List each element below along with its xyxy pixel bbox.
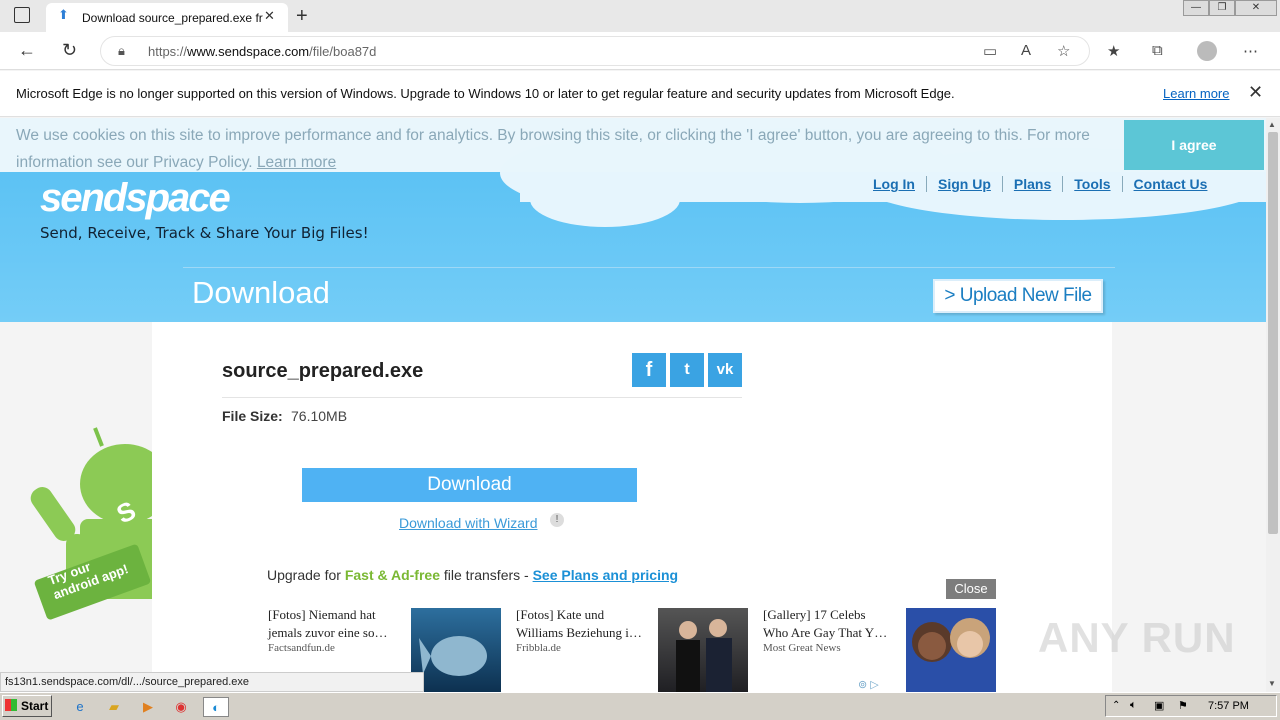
nav-contact-link[interactable]: Contact Us — [1121, 176, 1219, 192]
sendspace-favicon-icon: ⬆ — [58, 7, 69, 22]
minimize-button[interactable]: — — [1183, 0, 1209, 16]
tab-actions-icon[interactable] — [14, 7, 30, 23]
upgrade-middle: file transfers - — [440, 567, 533, 583]
ad-item[interactable]: [Fotos] Niemand hat jemals zuvor eine so… — [268, 606, 398, 654]
site-tagline: Send, Receive, Track & Share Your Big Fi… — [40, 224, 369, 242]
scroll-down-arrow-icon[interactable]: ▼ — [1268, 679, 1276, 688]
scroll-up-arrow-icon[interactable]: ▲ — [1268, 120, 1276, 129]
network-icon[interactable]: ▣ — [1154, 699, 1164, 712]
nav-signup-link[interactable]: Sign Up — [926, 176, 1002, 192]
restore-button[interactable]: ❐ — [1209, 0, 1235, 16]
ad-title: [Fotos] Kate und Williams Beziehung i… — [516, 607, 642, 640]
ad-title: [Gallery] 17 Celebs Who Are Gay That Y… — [763, 607, 888, 640]
volume-icon[interactable]: 🔈︎ — [1130, 699, 1137, 712]
ad-item[interactable]: [Fotos] Kate und Williams Beziehung i… F… — [516, 606, 646, 654]
android-app-promo[interactable]: S — [30, 424, 152, 624]
sunfish-image — [419, 636, 487, 676]
title-divider — [183, 267, 1115, 268]
upgrade-prefix: Upgrade for — [267, 567, 345, 583]
windows-logo-icon — [5, 699, 17, 711]
ie-icon[interactable]: e — [70, 697, 90, 717]
new-tab-button[interactable]: + — [296, 5, 308, 28]
close-ad-button[interactable]: Close — [946, 579, 996, 599]
ad-source: Factsandfun.de — [268, 642, 335, 654]
top-nav: Log In Sign Up Plans Tools Contact Us — [873, 176, 1218, 192]
tab-close-icon[interactable]: ✕ — [264, 8, 275, 24]
cookie-message: We use cookies on this site to improve p… — [16, 127, 1090, 171]
back-arrow-icon[interactable]: ← — [18, 40, 36, 61]
refresh-icon[interactable]: ↻ — [62, 40, 77, 61]
url-path: /file/boa87d — [309, 44, 377, 59]
i-agree-button[interactable]: I agree — [1124, 120, 1264, 170]
file-size-label: File Size: — [222, 408, 283, 424]
notice-close-icon[interactable]: ✕ — [1248, 82, 1263, 103]
plans-pricing-link[interactable]: See Plans and pricing — [533, 567, 679, 583]
upgrade-promo: Upgrade for Fast & Ad-free file transfer… — [267, 567, 678, 583]
download-button[interactable]: Download — [302, 468, 637, 502]
sendspace-logo[interactable]: sendspace — [40, 176, 231, 221]
ad-image[interactable] — [411, 608, 501, 692]
ad-image[interactable] — [658, 608, 748, 692]
cookie-text: We use cookies on this site to improve p… — [16, 122, 1116, 176]
url-host: www.sendspace.com — [187, 44, 310, 59]
cookie-learn-more-link[interactable]: Learn more — [257, 154, 336, 171]
page-title: Download — [192, 275, 330, 310]
collections-icon[interactable]: ⧉ — [1152, 42, 1163, 59]
upload-new-file-button[interactable]: > Upload New File — [933, 279, 1103, 313]
folder-icon[interactable]: ▰ — [104, 697, 124, 717]
chrome-icon[interactable]: ◉ — [171, 697, 191, 717]
help-icon[interactable]: ! — [550, 513, 564, 527]
add-favorite-icon[interactable]: ☆ — [1057, 42, 1070, 60]
nav-login-link[interactable]: Log In — [873, 176, 926, 192]
facebook-share-icon[interactable]: f — [632, 353, 666, 387]
file-divider — [222, 397, 742, 398]
url-prefix: https:// — [148, 44, 188, 59]
tab-title: Download source_prepared.exe fr — [82, 10, 263, 25]
read-aloud-icon[interactable]: A — [1021, 42, 1031, 59]
notice-text: Microsoft Edge is no longer supported on… — [16, 86, 955, 101]
windows-taskbar — [0, 692, 1280, 720]
nav-plans-link[interactable]: Plans — [1001, 176, 1062, 192]
adchoices-icon[interactable]: ⊚ ▷ — [858, 678, 879, 691]
celebs-image — [912, 618, 990, 662]
more-menu-icon[interactable]: ⋯ — [1243, 42, 1258, 60]
tab-active[interactable]: Download source_prepared.exe fr — [46, 3, 288, 32]
lock-icon[interactable]: 🔒︎ — [118, 43, 125, 59]
file-name: source_prepared.exe — [222, 360, 424, 382]
ad-source: Fribbla.de — [516, 642, 561, 654]
media-player-icon[interactable]: ▶ — [138, 697, 158, 717]
page-viewport: sendspace Send, Receive, Track & Share Y… — [0, 118, 1266, 692]
close-window-button[interactable]: ✕ — [1235, 0, 1277, 16]
link-status-bar: fs13n1.sendspace.com/dl/.../source_prepa… — [0, 672, 424, 692]
favorites-icon[interactable]: ★ — [1107, 42, 1120, 60]
ad-title: [Fotos] Niemand hat jemals zuvor eine so… — [268, 607, 388, 640]
url-text[interactable]: https://www.sendspace.com/file/boa87d — [148, 44, 376, 59]
anyrun-watermark: ANY RUN — [1038, 614, 1236, 661]
couple-image — [676, 619, 732, 692]
download-wizard-link[interactable]: Download with Wizard — [399, 515, 538, 531]
taskbar-clock[interactable]: 7:57 PM — [1208, 700, 1249, 712]
tray-expand-icon[interactable]: ⌃ — [1112, 700, 1120, 711]
upgrade-highlight: Fast & Ad-free — [344, 567, 440, 583]
profile-avatar[interactable] — [1197, 41, 1217, 61]
notice-learn-more-link[interactable]: Learn more — [1163, 86, 1229, 101]
vk-share-icon[interactable]: vk — [708, 353, 742, 387]
file-size-value: 76.10MB — [291, 408, 348, 424]
edge-taskbar-icon[interactable]: ◐ — [203, 697, 229, 717]
ad-item[interactable]: [Gallery] 17 Celebs Who Are Gay That Y… … — [763, 606, 893, 654]
scrollbar-thumb[interactable] — [1268, 132, 1278, 534]
nav-tools-link[interactable]: Tools — [1062, 176, 1121, 192]
flag-icon[interactable]: ⚑ — [1178, 699, 1188, 712]
twitter-share-icon[interactable]: t — [670, 353, 704, 387]
tracking-blocked-icon[interactable]: ▭ — [983, 42, 997, 60]
ad-source: Most Great News — [763, 642, 841, 654]
ad-image[interactable] — [906, 608, 996, 692]
